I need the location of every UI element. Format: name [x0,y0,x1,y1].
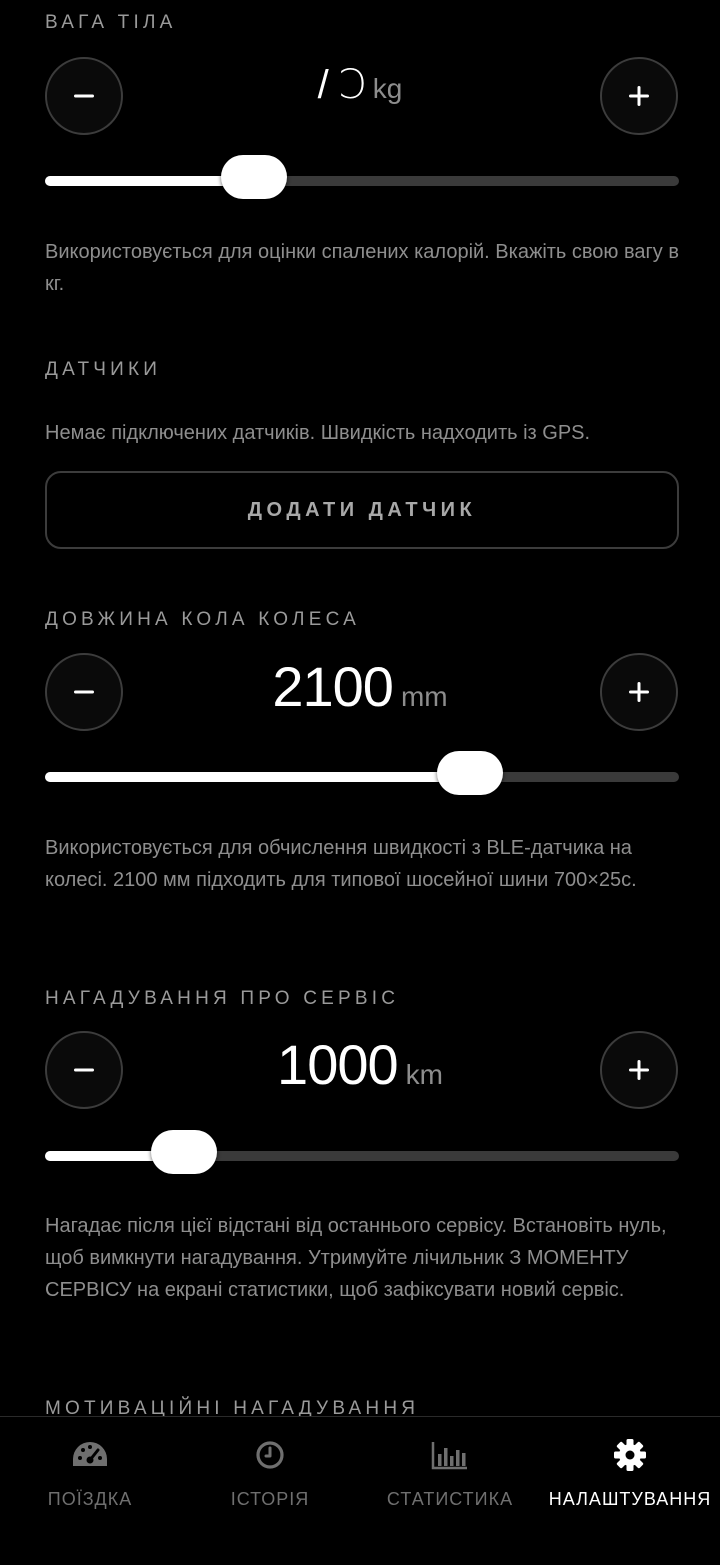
service-description: Нагадає після цієї відстані від останньо… [45,1215,667,1301]
plus-icon [629,682,649,702]
wheel-slider[interactable] [45,751,679,795]
minus-icon [74,690,94,694]
tab-ride[interactable]: ПОЇЗДКА [0,1417,180,1565]
wheel-unit: mm [400,681,448,712]
weight-slider[interactable] [45,155,679,199]
weight-slider-thumb[interactable] [221,155,288,199]
tab-history-label: ІСТОРІЯ [230,1489,310,1509]
sensors-section-title: ДАТЧИКИ [45,359,162,380]
gear-icon [610,1437,650,1473]
tab-settings[interactable]: НАЛАШТУВАННЯ [540,1417,720,1565]
bottom-tab-bar: ПОЇЗДКА ІСТОРІЯ СТАТИСТИКА НАЛАШТУВАННЯ [0,1416,720,1565]
service-value-display: 1000 km [130,1032,590,1112]
tab-settings-label: НАЛАШТУВАННЯ [548,1489,712,1509]
service-increase-button[interactable] [600,1031,678,1109]
wheel-slider-fill [45,772,470,782]
weight-unit: kg [372,73,403,104]
tab-ride-label: ПОЇЗДКА [47,1489,133,1509]
plus-icon [629,86,649,106]
service-decrease-button[interactable] [45,1031,123,1109]
weight-decrease-button[interactable] [45,57,123,135]
wheel-value-display: 2100 mm [130,654,590,734]
service-section-title: НАГАДУВАННЯ ПРО СЕРВІС [45,988,400,1009]
wheel-increase-button[interactable] [600,653,678,731]
bar-chart-icon [430,1437,470,1473]
add-sensor-button[interactable]: ДОДАТИ ДАТЧИК [45,471,679,549]
weight-section-title: ВАГА ТІЛА [45,12,177,33]
weight-value: / Ↄ [317,63,366,107]
tab-history[interactable]: ІСТОРІЯ [180,1417,360,1565]
plus-icon [629,1060,649,1080]
service-slider[interactable] [45,1130,679,1174]
tab-statistics[interactable]: СТАТИСТИКА [360,1417,540,1565]
minus-icon [74,94,94,98]
wheel-value: 2100 [272,655,394,718]
minus-icon [74,1068,94,1072]
wheel-description: Використовується для обчислення швидкост… [45,837,637,891]
weight-increase-button[interactable] [600,57,678,135]
service-unit: km [405,1059,443,1090]
wheel-slider-thumb[interactable] [436,751,503,795]
service-value: 1000 [277,1033,399,1096]
settings-screen: ВАГА ТІЛА / Ↄ kg Використовується для оц… [0,0,720,1565]
weight-description: Використовується для оцінки спалених кал… [45,241,679,295]
sensors-status-text: Немає підключених датчиків. Швидкість на… [45,422,591,444]
wheel-decrease-button[interactable] [45,653,123,731]
tab-statistics-label: СТАТИСТИКА [386,1489,514,1509]
wheel-section-title: ДОВЖИНА КОЛА КОЛЕСА [45,609,360,630]
service-slider-thumb[interactable] [151,1130,218,1174]
clock-icon [250,1437,290,1473]
weight-value-display: / Ↄ kg [130,62,590,142]
speedometer-icon [70,1437,110,1473]
